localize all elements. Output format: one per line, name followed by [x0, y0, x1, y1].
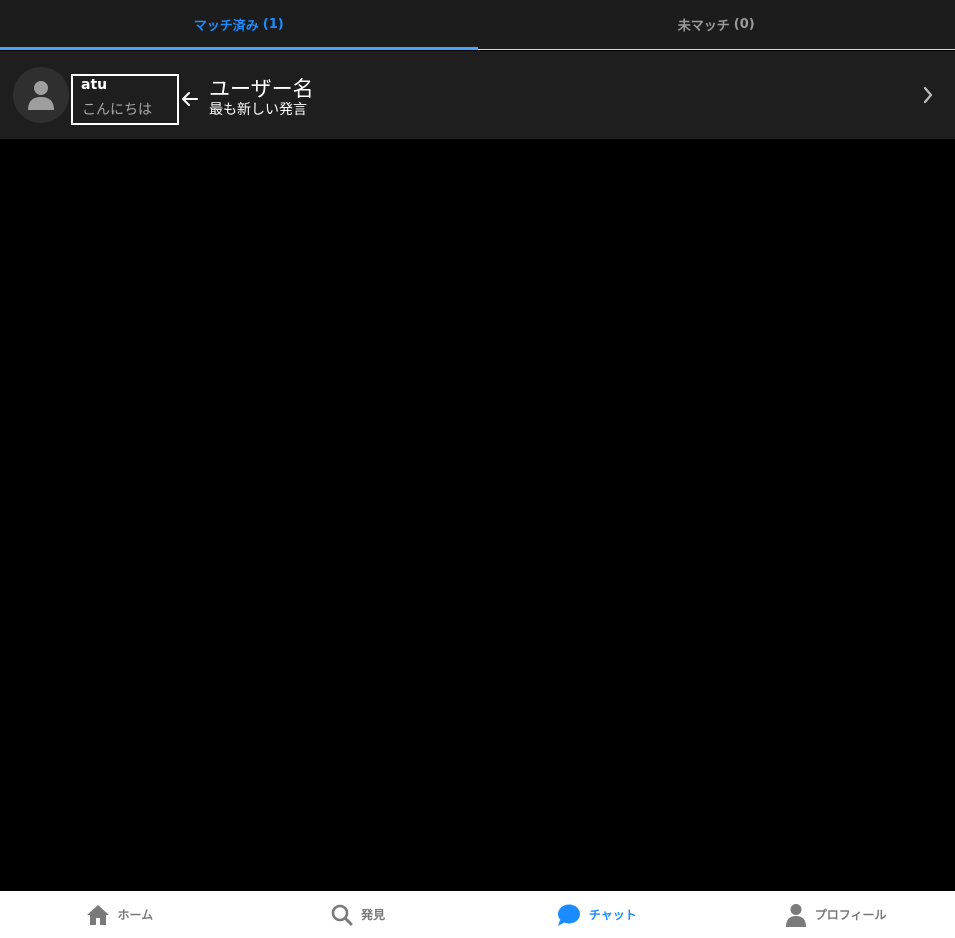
arrow-left-icon — [182, 92, 198, 106]
tab-unmatched-count: (0) — [733, 17, 755, 32]
bottom-nav: ホーム 発見 チャット プロフィール — [0, 891, 955, 938]
nav-chat[interactable]: チャット — [478, 891, 717, 938]
chat-user-name: atu — [81, 77, 108, 93]
match-tabs: マッチ済み (1) 未マッチ (0) — [0, 0, 955, 50]
user-icon — [785, 903, 806, 927]
chat-list-item[interactable]: atu こんにちは ユーザー名 最も新しい発言 — [0, 51, 955, 139]
chat-last-message: こんにちは — [82, 102, 152, 118]
tab-unmatched[interactable]: 未マッチ (0) — [478, 0, 955, 49]
chat-screen: マッチ済み (1) 未マッチ (0) atu こんにちは ユーザー名 最も新しい… — [0, 0, 955, 938]
avatar — [13, 67, 69, 123]
nav-profile[interactable]: プロフィール — [716, 891, 955, 938]
nav-home[interactable]: ホーム — [0, 891, 239, 938]
tab-matched-label: マッチ済み — [193, 19, 259, 34]
nav-discover-label: 発見 — [361, 908, 386, 922]
nav-profile-label: プロフィール — [814, 908, 887, 922]
tab-matched-count: (1) — [262, 17, 284, 32]
nav-home-label: ホーム — [117, 908, 154, 922]
tab-unmatched-label: 未マッチ — [677, 19, 730, 34]
annotation-subtitle: 最も新しい発言 — [209, 102, 307, 118]
nav-chat-label: チャット — [588, 908, 637, 922]
user-icon — [28, 81, 54, 110]
search-icon — [331, 904, 353, 925]
chat-icon — [557, 904, 580, 926]
name-highlight-box: atu こんにちは — [71, 74, 179, 125]
home-icon — [86, 904, 109, 925]
tab-matched[interactable]: マッチ済み (1) — [0, 0, 478, 50]
chevron-right-icon — [923, 86, 933, 104]
nav-discover[interactable]: 発見 — [239, 891, 478, 938]
